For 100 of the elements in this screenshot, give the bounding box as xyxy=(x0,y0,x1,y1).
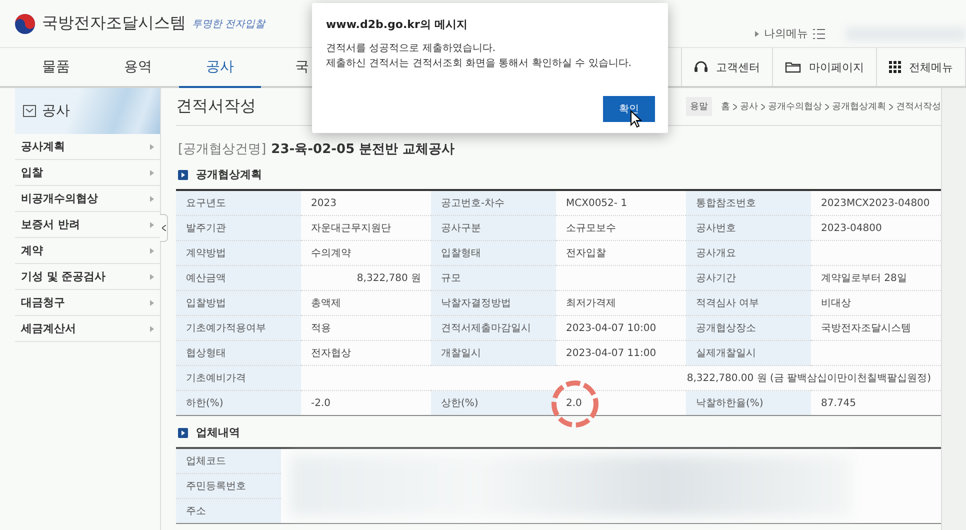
chevron-icon xyxy=(150,326,154,332)
field-value: 2023-04800 xyxy=(811,216,941,240)
field-label: 개찰일시 xyxy=(431,340,556,366)
field-value: 수의계약 xyxy=(301,240,431,266)
field-label: 실제개찰일시 xyxy=(686,340,811,366)
chevron-icon xyxy=(733,104,737,110)
sidebar-item[interactable]: 기성 및 준공검사 xyxy=(15,264,160,290)
section-heading: 업체내역 xyxy=(196,425,240,440)
chevron-icon xyxy=(761,104,765,110)
field-label: 낙찰하한율(%) xyxy=(686,390,811,416)
sidebar-item[interactable]: 계약 xyxy=(15,238,160,264)
case-label: [공개협상건명] xyxy=(178,141,266,158)
list-icon[interactable] xyxy=(813,28,825,38)
chevron-icon xyxy=(150,170,154,176)
field-label: 기초예가적용여부 xyxy=(176,316,301,340)
field-value: MCX0052- 1 xyxy=(556,190,686,216)
breadcrumb-item[interactable]: 공개협상계획 xyxy=(832,100,886,113)
sidebar-item[interactable]: 세금계산서 xyxy=(15,316,160,342)
field-value: 국방전자조달시스템 xyxy=(811,316,941,340)
breadcrumb-item[interactable]: 홈 xyxy=(721,100,730,113)
field-value: 총액제 xyxy=(301,290,431,316)
field-value: 자운대근무지원단 xyxy=(301,216,431,240)
field-label: 업체코드 xyxy=(176,448,281,474)
field-value: 2023MCX2023-04800 xyxy=(811,190,941,216)
field-label: 상한(%) xyxy=(431,390,556,416)
nav-tab[interactable]: 용역 xyxy=(97,48,179,88)
field-value: -2.0 xyxy=(301,390,431,416)
chevron-icon xyxy=(150,196,154,202)
chevron-icon xyxy=(150,274,154,280)
section-heading: 공개협상계획 xyxy=(196,167,262,182)
folder-icon xyxy=(785,61,801,73)
field-value: 전자협상 xyxy=(301,340,431,366)
breadcrumb-item[interactable]: 공개수의협상 xyxy=(768,100,822,113)
nav-tab[interactable]: 공사 xyxy=(179,48,261,88)
field-value: 계약일로부터 28일 xyxy=(811,266,941,290)
chevron-icon xyxy=(150,248,154,254)
breadcrumb-item[interactable]: 견적서작성 xyxy=(896,100,941,113)
headset-icon xyxy=(694,61,708,73)
sidebar-item[interactable]: 대금청구 xyxy=(15,290,160,316)
field-label: 기초예비가격 xyxy=(176,366,301,390)
field-label: 주소 xyxy=(176,498,281,524)
sidebar-item[interactable]: 공사계획 xyxy=(15,134,160,160)
sidebar-item[interactable]: 입찰 xyxy=(15,160,160,186)
grid-icon xyxy=(889,61,901,73)
utility-link[interactable]: 전체메뉴 xyxy=(877,48,966,86)
field-value: 8,322,780.00 원 (금 팔백삼십이만이천칠백팔십원정) xyxy=(301,366,941,390)
field-label: 공사기간 xyxy=(686,266,811,290)
help-button[interactable]: 용말 xyxy=(686,97,712,116)
box-icon xyxy=(23,105,36,117)
breadcrumb-item[interactable]: 공사 xyxy=(740,100,758,113)
field-label: 공개협상장소 xyxy=(686,316,811,340)
bullet-icon xyxy=(178,170,188,180)
nav-tab[interactable]: 물품 xyxy=(15,48,97,88)
dialog-message: 견적서를 성공적으로 제출하였습니다. xyxy=(326,42,497,56)
bullet-icon xyxy=(178,428,188,438)
field-label: 협상형태 xyxy=(176,340,301,366)
field-value: 87.745 xyxy=(811,390,941,416)
slogan: 투명한 전자입찰 xyxy=(192,18,266,30)
chevron-icon xyxy=(825,104,829,110)
logo-text[interactable]: 국방전자조달시스템 xyxy=(42,13,186,34)
chevron-icon xyxy=(889,104,893,110)
chevron-icon xyxy=(755,30,759,36)
field-value: 2023-04-07 11:00 xyxy=(556,340,686,366)
utility-link[interactable]: 마이페이지 xyxy=(773,48,877,86)
field-label: 통합참조번호 xyxy=(686,190,811,216)
field-value: 최저가격제 xyxy=(556,290,686,316)
field-value: 2023 xyxy=(301,190,431,216)
sidebar-title: 공사 xyxy=(42,102,70,120)
page-title: 견적서작성 xyxy=(176,96,256,117)
chevron-icon xyxy=(150,300,154,306)
collapse-handle[interactable] xyxy=(160,214,168,242)
field-label: 공사번호 xyxy=(686,216,811,240)
field-label: 요구년도 xyxy=(176,190,301,216)
field-label: 입찰방법 xyxy=(176,290,301,316)
field-label: 공고번호-차수 xyxy=(431,190,556,216)
chevron-icon xyxy=(150,222,154,228)
my-menu-link[interactable]: 나의메뉴 xyxy=(764,26,808,41)
chevron-icon xyxy=(150,144,154,150)
field-label: 발주기관 xyxy=(176,216,301,240)
field-value: 소규모보수 xyxy=(556,216,686,240)
field-label: 예산금액 xyxy=(176,266,301,290)
field-label: 공사구분 xyxy=(431,216,556,240)
chevron-left-icon xyxy=(162,225,166,231)
field-value: 8,322,780 원 xyxy=(301,266,431,290)
field-value: 적용 xyxy=(301,316,431,340)
field-label: 공사개요 xyxy=(686,240,811,266)
utility-link[interactable]: 고객센터 xyxy=(682,48,773,86)
field-value: 전자입찰 xyxy=(556,240,686,266)
field-label: 계약방법 xyxy=(176,240,301,266)
dialog-message: 제출하신 견적서는 견적서조회 화면을 통해서 확인하실 수 있습니다. xyxy=(326,57,632,71)
emblem-icon xyxy=(14,12,36,34)
field-label: 적격심사 여부 xyxy=(686,290,811,316)
field-label: 하한(%) xyxy=(176,390,301,416)
field-label: 견적서제출마감일시 xyxy=(431,316,556,340)
ok-button[interactable]: 확인 xyxy=(603,96,655,122)
field-label: 주민등록번호 xyxy=(176,474,281,498)
field-label: 규모 xyxy=(431,266,556,290)
field-label: 낙찰자결정방법 xyxy=(431,290,556,316)
sidebar-item[interactable]: 비공개수의협상 xyxy=(15,186,160,212)
field-label: 입찰형태 xyxy=(431,240,556,266)
